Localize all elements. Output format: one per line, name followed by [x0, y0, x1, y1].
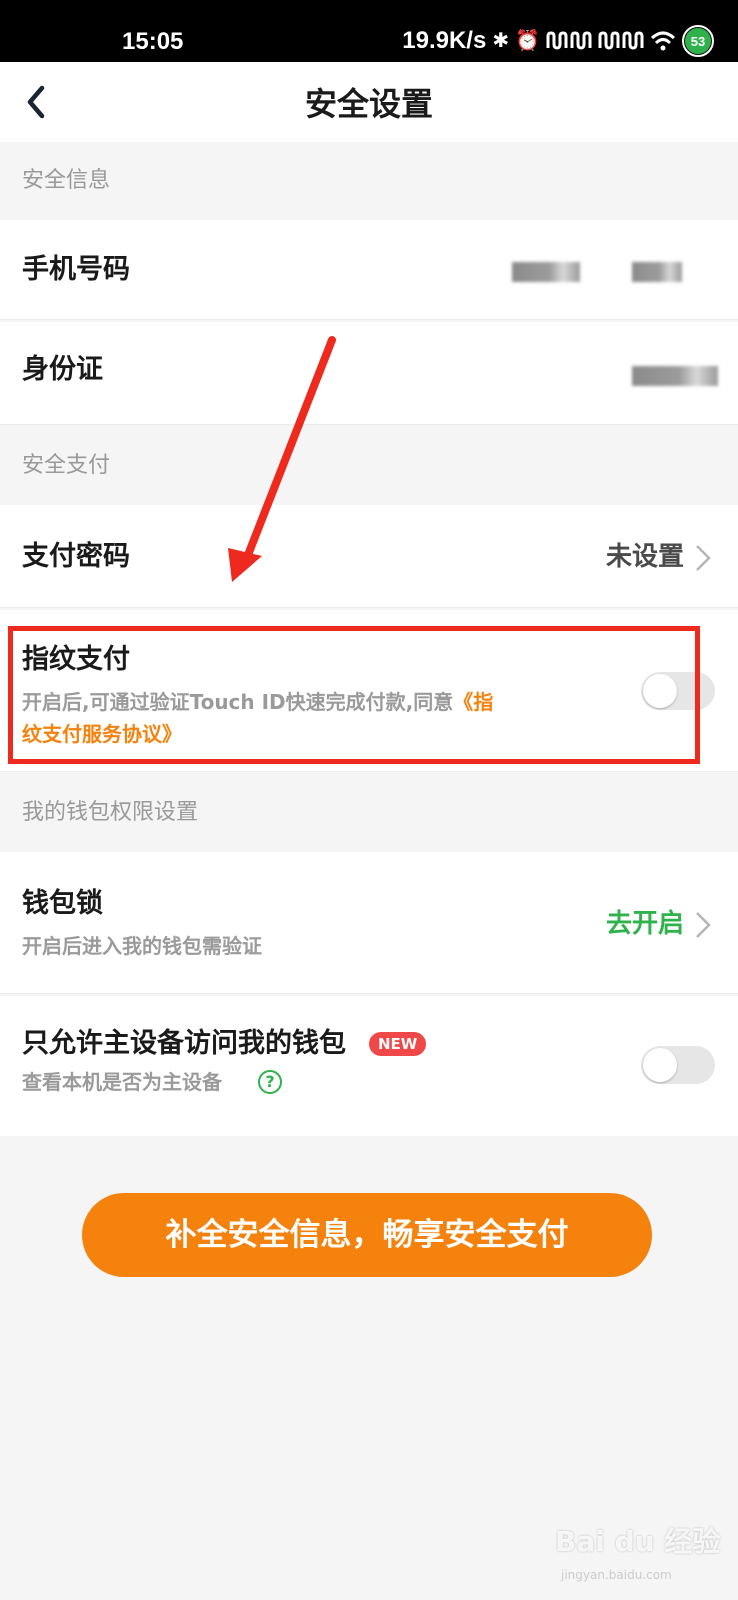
- status-icons: 19.9K/s ✱ ⏰ 53: [402, 24, 714, 58]
- wallet-lock-desc: 开启后进入我的钱包需验证: [22, 934, 262, 958]
- watermark-brand: Bai du 经验: [555, 1525, 721, 1558]
- battery-level: 53: [690, 33, 706, 49]
- alarm-icon: ⏰: [515, 30, 540, 52]
- section-header-wallet-permissions: 我的钱包权限设置: [0, 774, 738, 852]
- help-icon[interactable]: ?: [258, 1070, 282, 1094]
- phone-number-row[interactable]: 手机号码: [0, 220, 738, 320]
- pay-password-status: 未设置: [605, 542, 684, 572]
- toggle-knob: [643, 1048, 677, 1082]
- section-header-secure-payment: 安全支付: [0, 427, 738, 505]
- main-device-row: 只允许主设备访问我的钱包 NEW 查看本机是否为主设备 ?: [0, 996, 738, 1136]
- phone-number-label: 手机号码: [22, 254, 130, 285]
- signal-icon: [598, 31, 644, 50]
- main-device-desc: 查看本机是否为主设备: [22, 1070, 222, 1094]
- baidu-jingyan-watermark: Bai du 经验 jingyan.baidu.com: [555, 1520, 725, 1590]
- wallet-lock-row[interactable]: 钱包锁 开启后进入我的钱包需验证 去开启: [0, 852, 738, 994]
- main-device-label: 只允许主设备访问我的钱包: [22, 1028, 346, 1059]
- complete-security-info-button[interactable]: 补全安全信息，畅享安全支付: [82, 1193, 652, 1277]
- status-time: 15:05: [122, 28, 184, 55]
- page-title: 安全设置: [304, 85, 433, 123]
- nav-bar: 安全设置: [0, 62, 738, 142]
- chevron-right-icon: [696, 545, 711, 571]
- phone-number-masked: [632, 262, 682, 282]
- pay-password-row[interactable]: 支付密码 未设置: [0, 505, 738, 608]
- chevron-right-icon: [696, 912, 711, 938]
- wallet-lock-label: 钱包锁: [22, 888, 103, 919]
- main-device-toggle[interactable]: [641, 1046, 715, 1084]
- watermark-site: jingyan.baidu.com: [561, 1568, 672, 1582]
- pay-password-label: 支付密码: [22, 541, 130, 572]
- network-speed: 19.9K/s: [402, 27, 487, 54]
- wifi-icon: [650, 31, 676, 51]
- id-card-row[interactable]: 身份证: [0, 322, 738, 425]
- id-card-masked: [632, 366, 718, 386]
- section-header-security-info: 安全信息: [0, 142, 738, 220]
- phone-number-masked: [512, 262, 580, 282]
- signal-icon: [546, 31, 592, 50]
- battery-icon: 53: [682, 25, 714, 57]
- wallet-lock-enable-link[interactable]: 去开启: [606, 906, 684, 942]
- bluetooth-icon: ✱: [492, 30, 510, 52]
- annotation-highlight-box: [8, 626, 700, 764]
- status-bar: 15:05 19.9K/s ✱ ⏰ 53: [0, 0, 738, 62]
- new-badge: NEW: [369, 1032, 427, 1056]
- id-card-label: 身份证: [22, 354, 103, 385]
